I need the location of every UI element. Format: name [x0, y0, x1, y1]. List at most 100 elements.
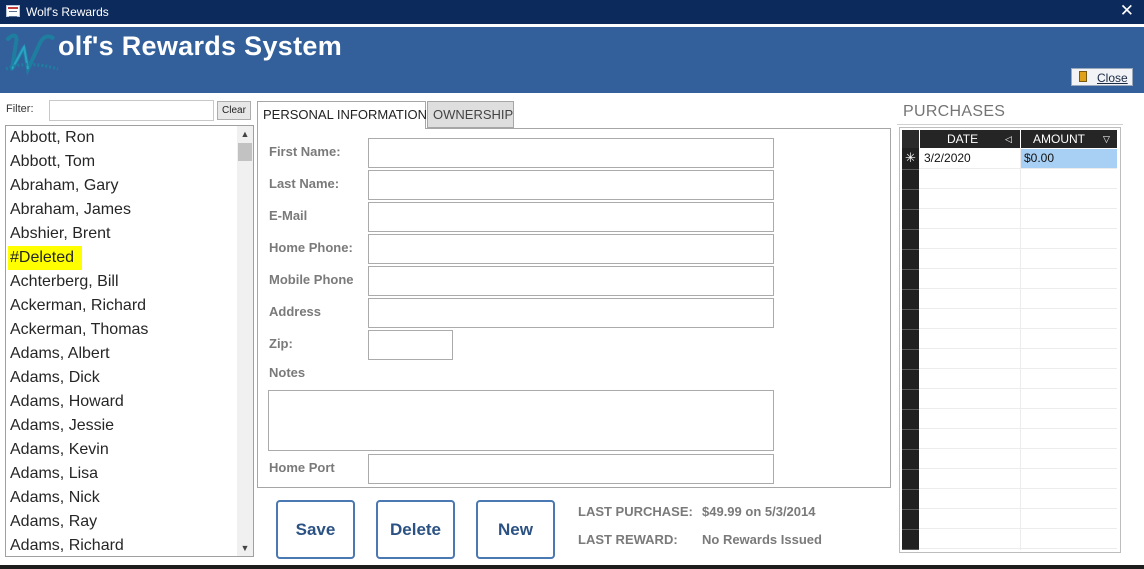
- date-column-header[interactable]: DATE ◁: [920, 130, 1020, 148]
- record-selector[interactable]: [902, 230, 919, 250]
- grid-row-line: [919, 508, 1117, 509]
- mobile-phone-field[interactable]: [368, 266, 774, 296]
- record-selector[interactable]: [902, 430, 919, 450]
- grid-row-line: [919, 228, 1117, 229]
- scroll-thumb[interactable]: [238, 143, 252, 161]
- last-reward-label: LAST REWARD:: [578, 532, 678, 547]
- email-field[interactable]: [368, 202, 774, 232]
- delete-button[interactable]: Delete: [376, 500, 455, 559]
- list-item[interactable]: Abbott, Ron: [10, 126, 95, 150]
- list-item[interactable]: Adams, Lisa: [10, 462, 98, 486]
- scroll-up-icon[interactable]: ▲: [237, 126, 253, 142]
- list-item[interactable]: Adams, Ray: [10, 510, 97, 534]
- grid-row-line: [919, 488, 1117, 489]
- scroll-down-icon[interactable]: ▼: [237, 540, 253, 556]
- customer-listbox[interactable]: Abbott, Ron Abbott, Tom Abraham, Gary Ab…: [5, 125, 254, 557]
- grid-row-line: [919, 428, 1117, 429]
- save-button[interactable]: Save: [276, 500, 355, 559]
- app-header: olf's Rewards System: [0, 27, 1144, 93]
- list-item[interactable]: Abraham, James: [10, 198, 131, 222]
- select-all-corner[interactable]: [902, 130, 919, 148]
- grid-row-line: [919, 268, 1117, 269]
- zip-field[interactable]: [368, 330, 453, 360]
- home-port-field[interactable]: [368, 454, 774, 484]
- record-selector[interactable]: [902, 490, 919, 510]
- grid-row-line: [919, 328, 1117, 329]
- record-selector[interactable]: [902, 290, 919, 310]
- amount-column-header[interactable]: AMOUNT ▽: [1021, 130, 1117, 148]
- grid-row-line: [919, 448, 1117, 449]
- record-selector[interactable]: [902, 350, 919, 370]
- grid-row-line: [919, 308, 1117, 309]
- amount-column-label: AMOUNT: [1033, 132, 1085, 146]
- tab-personal-information[interactable]: PERSONAL INFORMATION: [257, 101, 427, 129]
- list-item[interactable]: Adams, Jessie: [10, 414, 114, 438]
- record-selector[interactable]: [902, 390, 919, 410]
- list-item[interactable]: Achterberg, Bill: [10, 270, 119, 294]
- record-selector[interactable]: [902, 510, 919, 530]
- purchases-datasheet[interactable]: DATE ◁ AMOUNT ▽ ✳ 3/2/2020 $0.00: [899, 127, 1121, 553]
- home-phone-field[interactable]: [368, 234, 774, 264]
- grid-row-line: [919, 408, 1117, 409]
- list-item[interactable]: Adams, Kevin: [10, 438, 109, 462]
- record-selector[interactable]: [902, 470, 919, 490]
- new-button[interactable]: New: [476, 500, 555, 559]
- list-item[interactable]: Adams, Dick: [10, 366, 100, 390]
- purchases-title: PURCHASES: [903, 103, 1006, 120]
- first-name-field[interactable]: [368, 138, 774, 168]
- list-item[interactable]: Abshier, Brent: [10, 222, 111, 246]
- record-selector[interactable]: [902, 250, 919, 270]
- grid-row-line: [919, 468, 1117, 469]
- list-item-deleted[interactable]: #Deleted: [8, 246, 83, 270]
- record-selector[interactable]: [902, 170, 919, 190]
- list-item[interactable]: Ackerman, Thomas: [10, 318, 148, 342]
- notes-field[interactable]: [268, 390, 774, 451]
- grid-row-line: [919, 168, 1117, 169]
- grid-row-line: [919, 208, 1117, 209]
- app-title: olf's Rewards System: [58, 31, 343, 61]
- home-phone-label: Home Phone:: [269, 240, 353, 255]
- date-cell[interactable]: 3/2/2020: [921, 149, 1020, 168]
- list-item[interactable]: Ackerman, Richard: [10, 294, 146, 318]
- grid-row-line: [919, 348, 1117, 349]
- mobile-phone-label: Mobile Phone: [269, 272, 354, 287]
- list-item[interactable]: Adams, Richard: [10, 534, 124, 556]
- tab-ownership[interactable]: OWNERSHIP: [427, 101, 514, 128]
- zip-label: Zip:: [269, 336, 293, 351]
- sort-filter-icon[interactable]: ◁: [1005, 130, 1012, 148]
- record-selector-column[interactable]: [902, 130, 919, 550]
- first-name-label: First Name:: [269, 144, 341, 159]
- clear-filter-button[interactable]: Clear: [217, 101, 251, 120]
- last-name-field[interactable]: [368, 170, 774, 200]
- list-item[interactable]: Abbott, Tom: [10, 150, 95, 174]
- record-selector[interactable]: [902, 330, 919, 350]
- home-port-label: Home Port: [269, 460, 335, 475]
- grid-row-line: [919, 548, 1117, 549]
- list-item[interactable]: Adams, Howard: [10, 390, 124, 414]
- filter-input[interactable]: [49, 100, 214, 121]
- close-button[interactable]: Close: [1071, 68, 1133, 86]
- email-label: E-Mail: [269, 208, 308, 223]
- address-label: Address: [269, 304, 322, 319]
- window-close-icon[interactable]: ✕: [1120, 1, 1134, 21]
- record-selector[interactable]: [902, 450, 919, 470]
- record-selector[interactable]: [902, 190, 919, 210]
- address-field[interactable]: [368, 298, 774, 328]
- amount-cell[interactable]: $0.00: [1021, 149, 1117, 168]
- record-selector[interactable]: [902, 410, 919, 430]
- list-scrollbar[interactable]: ▲ ▼: [237, 126, 253, 556]
- column-dropdown-icon[interactable]: ▽: [1103, 130, 1110, 148]
- grid-row-line: [919, 288, 1117, 289]
- list-item[interactable]: Abraham, Gary: [10, 174, 118, 198]
- record-selector[interactable]: [902, 310, 919, 330]
- record-selector[interactable]: [902, 530, 919, 550]
- record-selector[interactable]: [902, 270, 919, 290]
- record-selector[interactable]: [902, 370, 919, 390]
- filter-label: Filter:: [6, 103, 34, 115]
- record-selector[interactable]: [902, 210, 919, 230]
- grid-row-line: [919, 188, 1117, 189]
- list-item[interactable]: Adams, Albert: [10, 342, 110, 366]
- last-purchase-value: $49.99 on 5/3/2014: [702, 504, 816, 519]
- list-item[interactable]: Adams, Nick: [10, 486, 100, 510]
- grid-row-line: [919, 368, 1117, 369]
